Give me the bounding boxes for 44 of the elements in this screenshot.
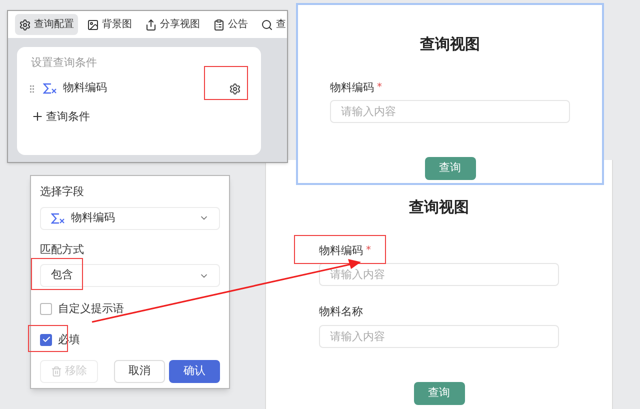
input-field[interactable]: 请输入内容 bbox=[319, 263, 559, 286]
required-mark: * bbox=[366, 244, 371, 258]
toolbar-tab[interactable]: 分享视图 bbox=[141, 14, 204, 35]
highlight-box bbox=[28, 325, 68, 352]
plus-icon bbox=[31, 110, 44, 124]
drag-handle-icon[interactable] bbox=[27, 84, 37, 94]
check-icon bbox=[42, 335, 50, 344]
checkbox[interactable] bbox=[40, 334, 52, 346]
share-icon bbox=[145, 18, 157, 30]
sigma-x-icon bbox=[51, 212, 65, 224]
field-label: 物料编码 bbox=[330, 80, 374, 96]
field-label: 物料编码 bbox=[319, 242, 363, 258]
toolbar-tab[interactable]: 公告 bbox=[209, 14, 252, 35]
input-field[interactable]: 请输入内容 bbox=[330, 100, 570, 123]
match-select[interactable]: 包含 bbox=[40, 264, 220, 287]
card-heading: 设置查询条件 bbox=[31, 55, 98, 71]
search-icon bbox=[261, 18, 273, 30]
highlight-box bbox=[204, 66, 248, 100]
condition-field: 物料编码 bbox=[63, 80, 107, 97]
input-field[interactable]: 请输入内容 bbox=[319, 324, 559, 348]
toolbar-tab[interactable]: 查询配置 bbox=[15, 14, 78, 35]
field-label: 选择字段 bbox=[40, 184, 84, 200]
gear-icon bbox=[19, 18, 31, 30]
cancel-button[interactable]: 取消 bbox=[114, 360, 165, 383]
field-label: 物料名称 bbox=[319, 304, 363, 320]
field-select[interactable]: 物料编码 bbox=[40, 206, 220, 230]
confirm-button[interactable]: 确认 bbox=[169, 360, 220, 383]
select-value: 包含 bbox=[51, 267, 73, 284]
settings-icon[interactable] bbox=[229, 82, 241, 94]
checkbox[interactable] bbox=[40, 303, 52, 316]
image-icon bbox=[87, 18, 99, 30]
toolbar-tab[interactable]: 查 bbox=[257, 14, 287, 35]
clipboard-icon bbox=[213, 18, 225, 30]
toolbar-tab[interactable]: 背景图 bbox=[83, 14, 136, 35]
trash-icon bbox=[51, 366, 62, 377]
add-condition-button[interactable]: 查询条件 bbox=[31, 108, 90, 125]
sigma-x-icon bbox=[43, 83, 57, 94]
checkbox-label: 自定义提示语 bbox=[58, 301, 124, 317]
select-value: 物料编码 bbox=[71, 210, 115, 226]
field-label: 匹配方式 bbox=[40, 242, 84, 258]
required-mark: * bbox=[377, 81, 382, 96]
highlight-box bbox=[31, 258, 83, 290]
view-title: 查询视图 bbox=[420, 34, 480, 55]
view-title: 查询视图 bbox=[409, 197, 469, 218]
